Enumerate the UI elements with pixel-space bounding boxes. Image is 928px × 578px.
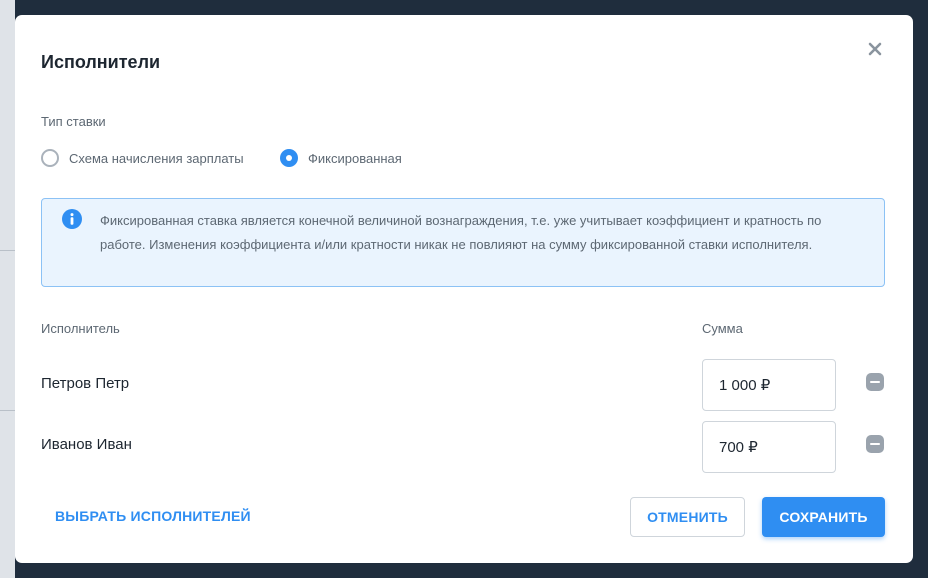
info-alert: Фиксированная ставка является конечной в… (41, 198, 885, 287)
close-icon (868, 42, 882, 56)
radio-salary-scheme[interactable]: Схема начисления зарплаты (41, 149, 244, 167)
remove-executor-button[interactable] (866, 373, 884, 391)
radio-unchecked-icon (41, 149, 59, 167)
amount-input[interactable] (702, 359, 836, 411)
column-header-executor: Исполнитель (41, 321, 120, 336)
executor-name: Иванов Иван (41, 436, 132, 453)
executor-name: Петров Петр (41, 375, 130, 392)
save-button[interactable]: СОХРАНИТЬ (762, 497, 885, 537)
info-text: Фиксированная ставка является конечной в… (100, 213, 822, 252)
modal-title: Исполнители (41, 52, 161, 72)
backdrop-divider (0, 410, 15, 411)
close-button[interactable] (863, 37, 887, 61)
radio-label: Фиксированная (308, 150, 402, 166)
backdrop-page (0, 0, 15, 578)
executors-modal: Исполнители Тип ставки Схема начисления … (15, 15, 913, 563)
rate-type-label: Тип ставки (41, 114, 106, 129)
backdrop-divider (0, 250, 15, 251)
radio-fixed[interactable]: Фиксированная (280, 149, 402, 167)
select-executors-button[interactable]: ВЫБРАТЬ ИСПОЛНИТЕЛЕЙ (55, 508, 251, 524)
cancel-button[interactable]: ОТМЕНИТЬ (630, 497, 745, 537)
amount-input[interactable] (702, 421, 836, 473)
radio-label: Схема начисления зарплаты (69, 150, 244, 166)
column-header-amount: Сумма (702, 321, 743, 336)
info-icon (62, 209, 82, 229)
remove-executor-button[interactable] (866, 435, 884, 453)
radio-checked-icon (280, 149, 298, 167)
